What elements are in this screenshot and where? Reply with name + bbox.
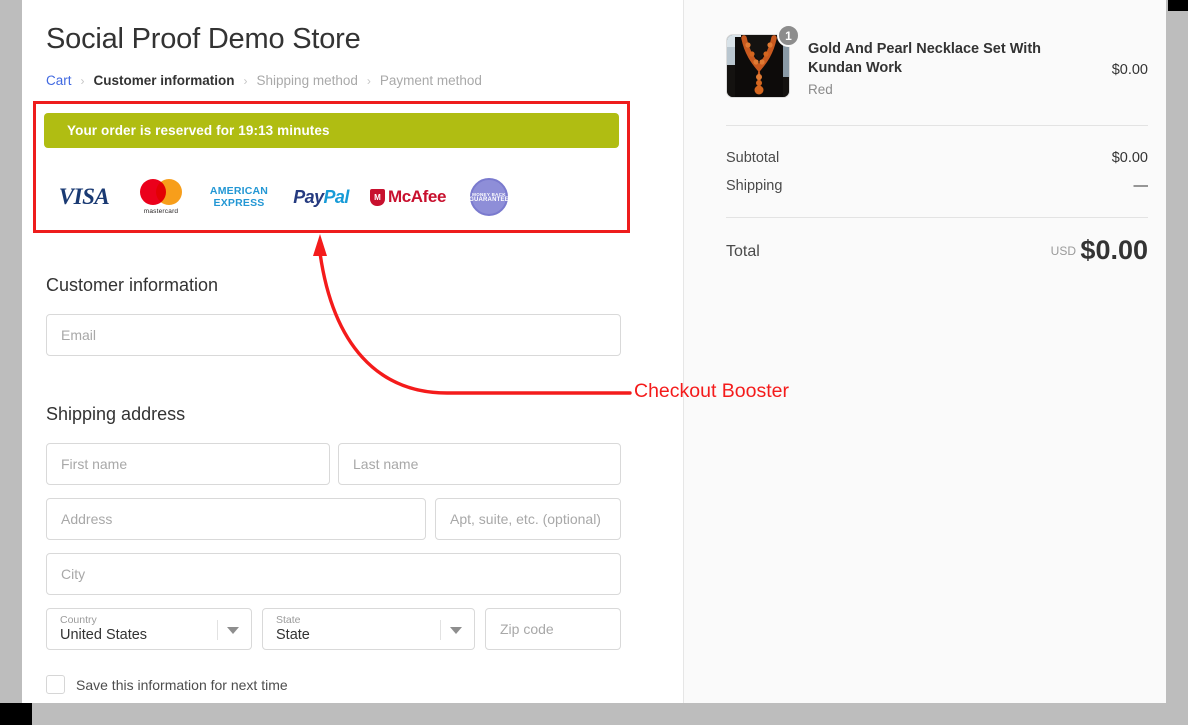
state-select-label: State <box>276 614 301 626</box>
visa-icon: VISA <box>44 174 124 220</box>
breadcrumb-item-payment-method: Payment method <box>380 73 482 88</box>
shipping-label: Shipping <box>726 178 782 194</box>
product-name: Gold And Pearl Necklace Set With Kundan … <box>808 40 1083 78</box>
product-quantity-badge: 1 <box>777 24 800 47</box>
annotation-label: Checkout Booster <box>634 380 789 403</box>
divider <box>726 125 1148 126</box>
divider <box>726 217 1148 218</box>
order-summary-column: 1 Gold And Pearl Necklace Set With Kunda… <box>684 0 1166 703</box>
summary-row-subtotal: Subtotal $0.00 <box>726 150 1148 170</box>
customer-information-heading: Customer information <box>46 275 218 296</box>
store-title: Social Proof Demo Store <box>46 23 361 56</box>
save-information-row[interactable]: Save this information for next time <box>46 675 288 694</box>
breadcrumb-separator-icon: › <box>81 74 85 88</box>
shipping-address-heading: Shipping address <box>46 404 185 425</box>
country-select-label: Country <box>60 614 97 626</box>
breadcrumb-separator-icon: › <box>244 74 248 88</box>
total-currency: USD <box>1051 244 1076 258</box>
chevron-down-icon[interactable] <box>450 627 462 634</box>
mcafee-shield-icon: M <box>370 189 385 206</box>
summary-row-shipping: Shipping — <box>726 178 1148 198</box>
summary-row-total: Total USD $0.00 <box>726 235 1148 271</box>
chevron-down-icon[interactable] <box>227 627 239 634</box>
product-variant: Red <box>808 82 833 97</box>
mastercard-icon: mastercard <box>124 174 198 220</box>
divider <box>217 620 218 640</box>
product-price: $0.00 <box>1086 62 1148 78</box>
last-name-field[interactable] <box>338 443 621 485</box>
subtotal-value: $0.00 <box>1112 150 1148 166</box>
save-information-label: Save this information for next time <box>76 677 288 693</box>
breadcrumb-item-customer-information[interactable]: Customer information <box>94 73 235 88</box>
american-express-icon: AMERICAN EXPRESS <box>198 174 280 220</box>
save-information-checkbox[interactable] <box>46 675 65 694</box>
mcafee-icon: M McAfee <box>362 174 454 220</box>
breadcrumb-item-cart[interactable]: Cart <box>46 73 72 88</box>
city-field[interactable] <box>46 553 621 595</box>
trust-badges: VISA mastercard AMERICAN EXPRESS <box>44 172 619 222</box>
state-select-value: State <box>276 627 310 643</box>
order-reserved-banner: Your order is reserved for 19:13 minutes <box>44 113 619 148</box>
zip-code-field[interactable] <box>485 608 621 650</box>
money-back-guarantee-icon: MONEY BACK GUARANTEE <box>454 174 524 220</box>
subtotal-label: Subtotal <box>726 150 779 166</box>
breadcrumb-item-shipping-method: Shipping method <box>257 73 358 88</box>
state-select[interactable]: State State <box>262 608 475 650</box>
corner-artifact-top-right <box>1168 0 1188 11</box>
shipping-value: — <box>1134 178 1149 194</box>
country-select[interactable]: Country United States <box>46 608 252 650</box>
total-label: Total <box>726 243 760 261</box>
email-field[interactable] <box>46 314 621 356</box>
address-field[interactable] <box>46 498 426 540</box>
country-select-value: United States <box>60 627 147 643</box>
apartment-field[interactable] <box>435 498 621 540</box>
total-amount: $0.00 <box>1080 235 1148 266</box>
corner-artifact-bottom-left <box>0 703 32 725</box>
checkout-main-column: Social Proof Demo Store Cart › Customer … <box>22 0 683 703</box>
breadcrumb-separator-icon: › <box>367 74 371 88</box>
checkout-page: Social Proof Demo Store Cart › Customer … <box>22 0 1166 703</box>
divider <box>440 620 441 640</box>
breadcrumb: Cart › Customer information › Shipping m… <box>46 73 482 88</box>
paypal-icon: PayPal <box>280 174 362 220</box>
order-reserved-text: Your order is reserved for 19:13 minutes <box>67 123 330 138</box>
first-name-field[interactable] <box>46 443 330 485</box>
screen: Social Proof Demo Store Cart › Customer … <box>0 0 1188 725</box>
